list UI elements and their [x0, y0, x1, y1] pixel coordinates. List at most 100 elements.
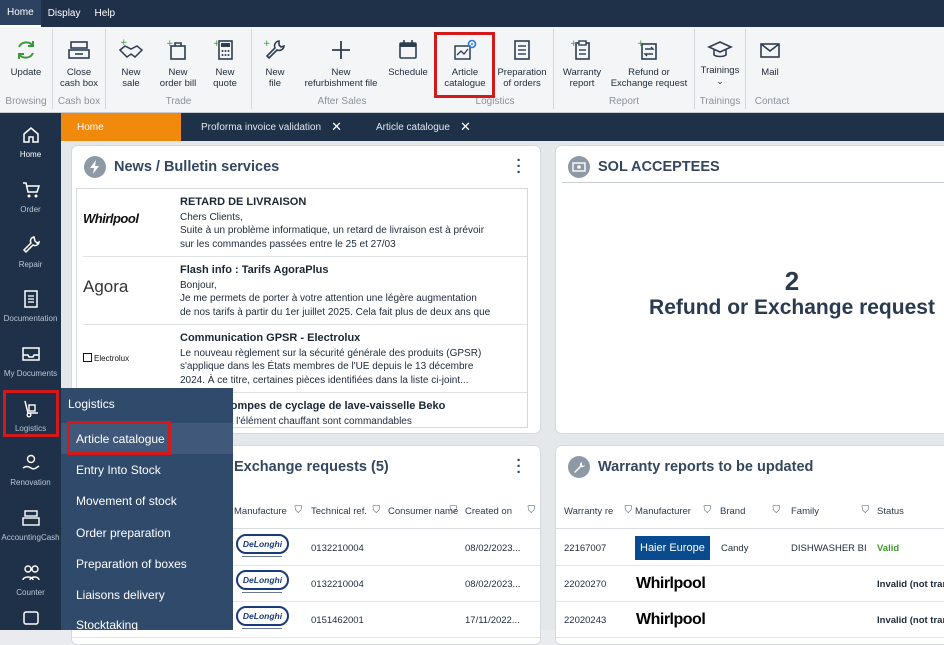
group-label-trade: Trade [165, 96, 192, 107]
sidebar-item-accountingcash[interactable]: AccountingCash [0, 498, 61, 552]
haier-logo: Haier Europe [635, 536, 710, 560]
table-row[interactable]: 22167007 Haier Europe Candy DISHWASHER B… [556, 530, 944, 566]
update-button[interactable]: Update [8, 37, 44, 78]
column-header[interactable]: Status [877, 493, 937, 529]
document-icon [21, 289, 41, 309]
ribbon: Update Close cash box + New sale + New o… [0, 27, 944, 113]
card-icon [21, 608, 41, 628]
list-item[interactable]: Electrolux Communication GPSR - Electrol… [83, 325, 527, 393]
lightning-icon [84, 156, 106, 178]
list-item[interactable]: Agora Flash info : Tarifs AgoraPlus Bonjo… [83, 257, 527, 325]
filter-icon[interactable]: ⛉ [704, 505, 712, 516]
chevron-up-icon[interactable]: ⌃ [540, 189, 541, 198]
status-badge: Valid [877, 542, 900, 554]
column-header[interactable]: Manufacture ⛉ [234, 493, 310, 529]
sidebar-item-logistics[interactable]: Logistics [0, 389, 61, 443]
filter-icon[interactable]: ⛉ [773, 505, 781, 516]
table-row[interactable]: 22020243 Whirlpool Invalid (not tran [556, 602, 944, 638]
column-header[interactable]: Warranty re ⛉ [564, 493, 634, 529]
menu-home[interactable]: Home [0, 0, 41, 27]
group-label-trainings: Trainings [699, 96, 741, 107]
more-options-icon[interactable]: · · · [516, 453, 522, 480]
tab-article-catalogue[interactable]: Article catalogue ✕ [366, 113, 476, 141]
filter-icon[interactable]: ⛉ [295, 505, 303, 516]
chevron-down-icon[interactable]: ⌄ [540, 416, 541, 425]
cash-icon [568, 156, 590, 178]
close-icon[interactable]: ✕ [460, 119, 471, 135]
preparation-of-orders-button[interactable]: Preparation of orders [496, 37, 548, 89]
menu-item-movement-of-stock[interactable]: Movement of stock [61, 485, 233, 516]
cash-register-icon [66, 37, 92, 63]
new-refurbishment-file-button[interactable]: New refurbishment file [301, 37, 381, 89]
new-sale-button[interactable]: + New sale [116, 37, 146, 89]
sidebar-item-home[interactable]: Home [0, 115, 61, 169]
wrench-icon [568, 456, 590, 478]
cart-icon [21, 180, 41, 200]
new-quote-button[interactable]: + New quote [210, 37, 240, 89]
filter-icon[interactable]: ⛉ [450, 505, 458, 516]
menu-help[interactable]: Help [87, 0, 122, 27]
column-header[interactable]: Technical ref. ⛉ [311, 493, 388, 529]
filter-icon[interactable]: ⛉ [625, 505, 633, 516]
hand-truck-icon [21, 399, 41, 419]
column-header[interactable]: Created on ⛉ [465, 493, 537, 529]
divider [562, 182, 944, 183]
sidebar-item-documentation[interactable]: Documentation [0, 279, 61, 333]
filter-icon[interactable]: ⛉ [373, 505, 381, 516]
column-header[interactable]: Family ⛉ [791, 493, 871, 529]
agora-logo: Agora [83, 277, 129, 296]
sidebar-item-my-documents[interactable]: My Documents [0, 334, 61, 388]
article-catalogue-button[interactable]: Article catalogue [440, 37, 490, 89]
menu-item-preparation-of-boxes[interactable]: Preparation of boxes [61, 548, 233, 579]
chevron-down-icon: ⌄ [716, 76, 724, 86]
svg-text:+: + [213, 39, 221, 49]
electrolux-icon [83, 353, 92, 362]
tab-home[interactable]: Home [61, 113, 181, 141]
electrolux-logo: Electrolux [83, 353, 163, 363]
sidebar-item-more[interactable] [0, 608, 61, 630]
calendar-icon [395, 37, 421, 63]
group-label-browsing: Browsing [5, 96, 47, 107]
menu-display[interactable]: Display [41, 0, 88, 27]
card-title: News / Bulletin services [84, 154, 279, 180]
menu-item-order-preparation[interactable]: Order preparation [61, 517, 233, 548]
tab-proforma-invoice-validation[interactable]: Proforma invoice validation ✕ [191, 113, 361, 141]
sidebar-item-repair[interactable]: Repair [0, 225, 61, 279]
sidebar-item-order[interactable]: Order [0, 170, 61, 224]
more-options-icon[interactable]: · · · [516, 153, 522, 180]
logistics-flyout-menu: Logistics Article catalogue Entry Into S… [61, 388, 233, 632]
column-header[interactable]: Brand ⛉ [720, 493, 782, 529]
close-icon[interactable]: ✕ [331, 119, 342, 135]
filter-icon[interactable]: ⛉ [862, 505, 870, 516]
sidebar-item-counter[interactable]: Counter [0, 553, 61, 607]
menu-item-article-catalogue[interactable]: Article catalogue [61, 423, 233, 454]
menu-item-liaisons-delivery[interactable]: Liaisons delivery [61, 579, 233, 610]
clipboard-list-icon [509, 37, 535, 63]
delonghi-logo: DeLonghi [236, 570, 289, 593]
list-item[interactable]: Whirlpool RETARD DE LIVRAISON Chers Clien… [83, 189, 527, 257]
new-file-button[interactable]: + New file [261, 37, 289, 89]
schedule-button[interactable]: Schedule [386, 37, 430, 78]
table-row[interactable]: 22020270 Whirlpool Invalid (not tran [556, 566, 944, 602]
menu-item-stocktaking[interactable]: Stocktaking [61, 610, 233, 632]
group-label-report: Report [608, 96, 639, 107]
column-header[interactable]: Consumer name ⛉ [388, 493, 465, 529]
sidebar-item-renovation[interactable]: Renovation [0, 443, 61, 497]
handshake-icon: + [118, 37, 144, 63]
calculator-icon: + [212, 37, 238, 63]
mail-button[interactable]: Mail [752, 37, 788, 78]
group-label-contact: Contact [754, 96, 790, 107]
close-cash-box-button[interactable]: Close cash box [58, 37, 100, 89]
refund-exchange-request-button[interactable]: + Refund or Exchange request [610, 37, 688, 89]
menu-item-entry-into-stock[interactable]: Entry Into Stock [61, 454, 233, 485]
plus-icon [328, 37, 354, 63]
group-label-cash-box: Cash box [57, 96, 101, 107]
trainings-button[interactable]: Trainings ⌄ [698, 37, 742, 87]
warranty-reports-card: Warranty reports to be updated Warranty … [555, 445, 944, 645]
new-order-bill-button[interactable]: + New order bill [156, 37, 200, 89]
exchange-icon: + [636, 37, 662, 63]
column-header[interactable]: Manufacturer ⛉ [635, 493, 713, 529]
group-label-after-sales: After Sales [317, 96, 367, 107]
warranty-report-button[interactable]: + Warranty report [560, 37, 604, 89]
filter-icon[interactable]: ⛉ [528, 505, 536, 516]
